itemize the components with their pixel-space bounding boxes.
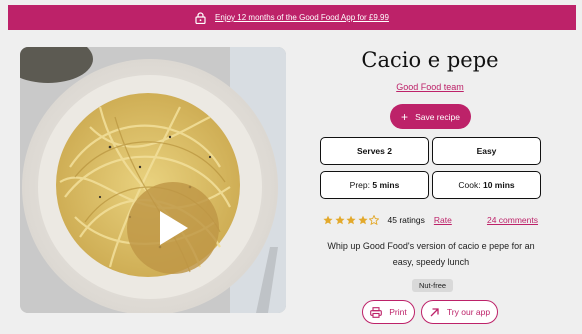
serves-text: Serves 2	[357, 146, 392, 156]
comments-link[interactable]: 24 comments	[487, 215, 538, 225]
printer-icon	[370, 306, 383, 318]
try-app-button[interactable]: Try our app	[421, 300, 498, 324]
rating-row: 45 ratings Rate 24 comments	[323, 213, 538, 227]
prep-label: Prep:	[349, 180, 370, 190]
rate-link[interactable]: Rate	[434, 215, 452, 225]
play-video-button[interactable]	[127, 182, 219, 274]
star-icon	[369, 215, 379, 225]
save-recipe-label: Save recipe	[415, 111, 460, 122]
recipe-hero-image[interactable]	[20, 47, 286, 313]
recipe-description: Whip up Good Food's version of cacio e p…	[327, 241, 535, 267]
cook-value: 10 mins	[482, 180, 515, 190]
print-label: Print	[389, 307, 407, 317]
pasta-bowl-image	[20, 47, 286, 313]
recipe-title: Cacio e pepe	[361, 48, 499, 72]
star-icon	[357, 215, 368, 225]
prep-value: 5 mins	[372, 180, 400, 190]
difficulty-box: Easy	[432, 137, 541, 165]
play-icon	[160, 211, 188, 245]
ratings-count: 45 ratings	[387, 215, 425, 225]
star-icon	[346, 215, 356, 225]
lock-icon	[195, 11, 206, 24]
save-recipe-button[interactable]: + Save recipe	[390, 104, 471, 129]
star-icon	[334, 215, 345, 225]
plus-icon: +	[401, 109, 409, 124]
cook-label: Cook:	[458, 180, 481, 190]
star-rating	[323, 215, 381, 225]
serves-box: Serves 2	[320, 137, 429, 165]
print-button[interactable]: Print	[362, 300, 415, 324]
difficulty-text: Easy	[476, 146, 497, 156]
star-icon	[323, 215, 333, 225]
recipe-page: Enjoy 12 months of the Good Food App for…	[0, 0, 582, 334]
cook-time-box: Cook: 10 mins	[432, 171, 541, 199]
promo-banner[interactable]: Enjoy 12 months of the Good Food App for…	[8, 5, 576, 30]
promo-link[interactable]: Enjoy 12 months of the Good Food App for…	[215, 13, 389, 22]
author-link[interactable]: Good Food team	[330, 82, 530, 92]
diet-tag: Nut-free	[412, 279, 453, 292]
prep-time-box: Prep: 5 mins	[320, 171, 429, 199]
try-app-label: Try our app	[446, 307, 491, 317]
external-arrow-icon	[430, 307, 439, 316]
